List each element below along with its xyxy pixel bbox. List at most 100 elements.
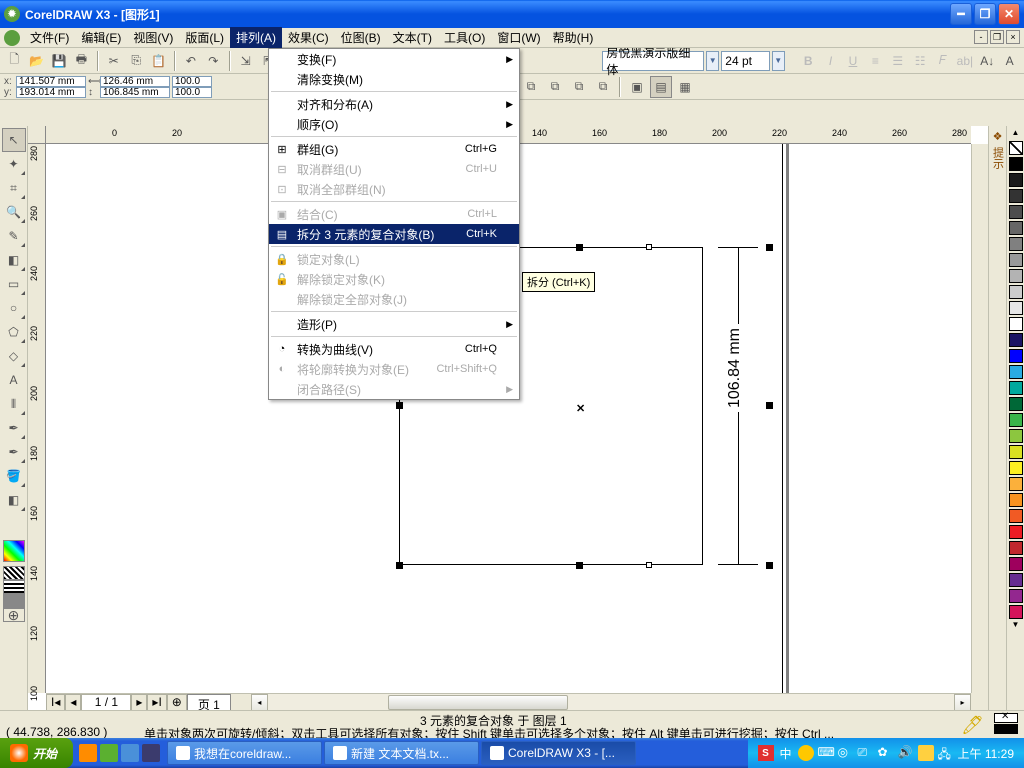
blend-tool[interactable]: ⫴ [2,392,26,416]
handle-sw[interactable] [396,562,403,569]
menu-w[interactable]: 窗口(W) [491,27,546,48]
color-swatch[interactable] [1009,461,1023,475]
mdi-restore[interactable]: ❐ [990,30,1004,44]
tray-icon-6[interactable]: ⎚ [858,745,874,761]
polygon-tool[interactable]: ⬠ [2,320,26,344]
copy-button[interactable]: ⎘ [126,50,146,72]
page-tab-1[interactable]: 页 1 [187,694,231,711]
scroll-left[interactable]: ◂ [251,694,268,711]
shaping-3[interactable]: ⧉ [544,76,566,98]
ql-icon-3[interactable] [121,744,139,762]
tray-icon-sogou[interactable]: S [758,745,774,761]
color-swatch[interactable] [1009,237,1023,251]
color-swatch[interactable] [1009,493,1023,507]
node-se-inner[interactable] [646,562,652,568]
handle-ne[interactable] [766,244,773,251]
color-swatch[interactable] [1009,557,1023,571]
font-dropdown[interactable]: ▼ [706,51,719,71]
font-combo[interactable]: 房悦黑演示版细体 [602,51,704,71]
text-dir-v[interactable]: A [999,50,1019,72]
taskbar-button[interactable]: 新建 文本文档.tx... [324,741,479,765]
break-button[interactable]: ▤ [650,76,672,98]
scroll-thumb-h[interactable] [388,695,568,710]
new-button[interactable]: 🗋 [4,50,24,72]
node-ne-inner[interactable] [646,244,652,250]
obj-w[interactable]: 126.46 mm [100,76,170,87]
close-button[interactable]: ✕ [998,3,1020,25]
pick-tool[interactable]: ↖ [2,128,26,152]
char-format-button[interactable]: 𝐹 [932,50,952,72]
menu-item[interactable]: 造形(P)▶ [269,314,519,334]
menu-l[interactable]: 版面(L) [179,27,230,48]
color-swatch[interactable] [1009,445,1023,459]
palette-up[interactable]: ▲ [1009,128,1023,140]
text-dir-h[interactable]: A↓ [977,50,997,72]
maximize-button[interactable]: ❐ [974,3,996,25]
color-swatch[interactable] [1009,477,1023,491]
undo-button[interactable]: ↶ [181,50,201,72]
color-swatch[interactable] [1009,301,1023,315]
indent-button[interactable]: ☷ [910,50,930,72]
fill-swatch[interactable] [994,713,1018,723]
menu-item[interactable]: ⊞群组(G)Ctrl+G [269,139,519,159]
handle-s[interactable] [576,562,583,569]
scroll-track-h[interactable] [268,694,954,711]
shaping-2[interactable]: ⧉ [520,76,542,98]
paste-button[interactable]: 📋 [148,50,168,72]
menu-item[interactable]: 顺序(O)▶ [269,114,519,134]
italic-button[interactable]: I [820,50,840,72]
mdi-close[interactable]: × [1006,30,1020,44]
import-button[interactable]: ⇲ [236,50,256,72]
shaping-5[interactable]: ⧉ [592,76,614,98]
ql-icon-1[interactable] [79,744,97,762]
color-swatch[interactable] [1009,173,1023,187]
menu-t[interactable]: 文本(T) [387,27,438,48]
save-button[interactable]: 💾 [49,50,69,72]
ruler-origin[interactable] [28,126,46,144]
fill-outline-indicator[interactable] [994,713,1018,734]
menu-o[interactable]: 工具(O) [438,27,491,48]
handle-w[interactable] [396,402,403,409]
taskbar-button[interactable]: 我想在coreldraw... [167,741,322,765]
print-button[interactable]: 🖶 [71,50,91,72]
minimize-button[interactable]: ━ [950,3,972,25]
scale-y[interactable]: 100.0 [172,87,212,98]
pattern-2[interactable] [3,580,25,594]
page-last[interactable]: ▸I [147,694,166,711]
color-swatch[interactable] [1009,349,1023,363]
color-swatch[interactable] [1009,253,1023,267]
color-swatch[interactable] [1009,317,1023,331]
pattern-1[interactable] [3,566,25,580]
color-swatch[interactable] [1009,541,1023,555]
cut-button[interactable]: ✂ [104,50,124,72]
tray-icon-5[interactable]: ◎ [838,745,854,761]
ellipse-tool[interactable]: ○ [2,296,26,320]
tray-icon-keyboard[interactable]: ⌨ [818,745,834,761]
color-swatch[interactable] [1009,381,1023,395]
tray-icon-shield[interactable] [918,745,934,761]
redo-button[interactable]: ↷ [203,50,223,72]
docker-tabs[interactable]: ❖ 提示 [988,126,1006,710]
shape-tool[interactable]: ✦ [2,152,26,176]
color-swatch[interactable] [1009,397,1023,411]
handle-e[interactable] [766,402,773,409]
tray-icon-7[interactable]: ✿ [878,745,894,761]
color-swatch[interactable] [1009,285,1023,299]
menu-a[interactable]: 排列(A) [230,27,282,48]
color-swatch[interactable] [1009,429,1023,443]
menu-e[interactable]: 编辑(E) [75,27,127,48]
page-first[interactable]: I◂ [46,694,65,711]
obj-x[interactable]: 141.507 mm [16,76,86,87]
color-swatch[interactable] [1009,509,1023,523]
wrap-button[interactable]: ▣ [626,76,648,98]
color-swatch[interactable] [1009,157,1023,171]
page-prev[interactable]: ◂ [65,694,81,711]
combine-button[interactable]: ▦ [674,76,696,98]
obj-h[interactable]: 106.845 mm [100,87,170,98]
handle-se[interactable] [766,562,773,569]
page-add[interactable]: ⊕ [167,694,187,711]
ruler-vertical[interactable]: 280260240220200180160140120100 [28,144,46,693]
pattern-4[interactable]: ⊕ [3,608,25,622]
fill-tool[interactable]: 🪣 [2,464,26,488]
menu-item[interactable]: ◔转换为曲线(V)Ctrl+Q [269,339,519,359]
